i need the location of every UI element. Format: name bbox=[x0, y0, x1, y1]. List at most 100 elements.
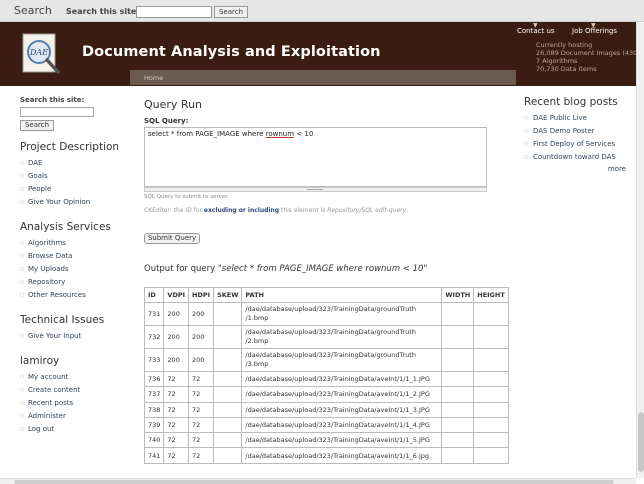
cell-vdpi: 200 bbox=[163, 348, 190, 372]
cell-height bbox=[473, 370, 509, 388]
left-sidebar: Search this site: Search Project Descrip… bbox=[20, 96, 128, 436]
ck-text: CKEditor: the ID for bbox=[144, 207, 204, 214]
cell-skew bbox=[213, 325, 243, 349]
cell-vdpi: 72 bbox=[163, 370, 190, 388]
site-title[interactable]: Document Analysis and Exploitation bbox=[82, 44, 381, 60]
sidebar-item-create-content[interactable]: Create content bbox=[20, 384, 128, 397]
cell-width bbox=[441, 302, 475, 326]
sidebar-item-give-input[interactable]: Give Your Input bbox=[20, 330, 128, 343]
blog-posts-title: Recent blog posts bbox=[524, 96, 618, 108]
sidebar-item-repository[interactable]: Repository bbox=[20, 276, 128, 289]
cell-path: /dae/database/upload/323/TrainingData/av… bbox=[241, 416, 443, 434]
sidebar-item-log-out[interactable]: Log out bbox=[20, 423, 128, 436]
table-row: 737 72 72 /dae/database/upload/323/Train… bbox=[143, 386, 509, 403]
cell-skew bbox=[213, 348, 243, 372]
cell-height bbox=[473, 325, 509, 349]
cell-hdpi: 200 bbox=[188, 302, 215, 326]
cell-id: 732 bbox=[143, 325, 165, 349]
dae-logo-icon[interactable]: DAE bbox=[20, 32, 64, 76]
cell-width bbox=[441, 401, 475, 418]
table-row: 741 72 72 /dae/database/upload/323/Train… bbox=[143, 447, 509, 464]
cell-hdpi: 72 bbox=[188, 416, 215, 434]
cell-skew bbox=[213, 401, 243, 418]
sql-text: select * from PAGE_IMAGE where bbox=[148, 130, 266, 138]
scroll-thumb[interactable] bbox=[14, 480, 614, 484]
column-header: ID bbox=[143, 287, 165, 303]
blog-post-link[interactable]: First Deploy of Services bbox=[524, 138, 634, 151]
blog-post-link[interactable]: Countdown toward DAS bbox=[524, 151, 634, 164]
cell-height bbox=[473, 348, 509, 372]
cell-vdpi: 72 bbox=[163, 432, 190, 449]
column-header: VDPI bbox=[163, 287, 190, 303]
sidebar-search-title: Search this site: bbox=[20, 96, 85, 104]
stats-line: 26,089 Document Images (43G bbox=[536, 49, 639, 57]
hosting-stats: Currently hosting 26,089 Document Images… bbox=[536, 41, 638, 73]
cell-path: /dae/database/upload/323/TrainingData/av… bbox=[241, 386, 443, 403]
sidebar-item-people[interactable]: People bbox=[20, 183, 128, 196]
cell-hdpi: 72 bbox=[188, 447, 215, 464]
top-search-title: Search bbox=[14, 4, 52, 17]
sidebar-item-administer[interactable]: Administer bbox=[20, 410, 128, 423]
cell-vdpi: 200 bbox=[163, 325, 190, 349]
cell-id: 738 bbox=[143, 401, 165, 418]
sql-query-textarea[interactable]: select * from PAGE_IMAGE where rownum < … bbox=[144, 127, 487, 187]
horizontal-scrollbar[interactable] bbox=[0, 478, 636, 484]
cell-hdpi: 72 bbox=[188, 386, 215, 403]
cell-width bbox=[441, 447, 475, 464]
cell-skew bbox=[213, 386, 243, 403]
section-title-technical: Technical Issues bbox=[20, 314, 105, 326]
section-title-user: lamiroy bbox=[20, 355, 60, 367]
cell-id: 736 bbox=[143, 370, 165, 388]
sidebar-item-other-resources[interactable]: Other Resources bbox=[20, 289, 128, 302]
logo-text: DAE bbox=[29, 48, 48, 57]
sidebar-search-input[interactable] bbox=[20, 107, 94, 117]
stats-line: 70,730 Data Items bbox=[536, 65, 597, 73]
page-title: Query Run bbox=[144, 98, 203, 111]
cell-path: /dae/database/upload/323/TrainingData/av… bbox=[241, 432, 443, 449]
output-suffix: " bbox=[423, 264, 428, 274]
cell-width bbox=[441, 386, 475, 403]
sidebar-search-button[interactable]: Search bbox=[20, 120, 54, 131]
section-title-analysis: Analysis Services bbox=[20, 221, 111, 233]
output-prefix: Output for query " bbox=[144, 264, 222, 274]
sidebar-item-recent-posts[interactable]: Recent posts bbox=[20, 397, 128, 410]
cell-path: /dae/database/upload/323/TrainingData/av… bbox=[241, 370, 443, 388]
top-search-label: Search this site: bbox=[66, 7, 140, 16]
sidebar-item-my-account[interactable]: My account bbox=[20, 371, 128, 384]
cell-path: /dae/database/upload/323/TrainingData/gr… bbox=[241, 325, 443, 349]
top-search-input[interactable] bbox=[136, 6, 212, 18]
cell-vdpi: 72 bbox=[163, 416, 190, 434]
cell-height bbox=[473, 401, 509, 418]
cell-width bbox=[441, 432, 475, 449]
cell-skew bbox=[213, 370, 243, 388]
sql-query-label: SQL Query: bbox=[144, 117, 189, 125]
cell-width bbox=[441, 348, 475, 372]
blog-post-link[interactable]: DAS Demo Poster bbox=[524, 125, 634, 138]
ck-text: . bbox=[406, 207, 409, 214]
more-link[interactable]: more bbox=[524, 165, 634, 173]
blog-post-link[interactable]: DAE Public Live bbox=[524, 112, 634, 125]
column-header: SKEW bbox=[213, 287, 243, 303]
contact-us-link[interactable]: Contact us bbox=[517, 27, 555, 35]
ck-text: this element is bbox=[279, 207, 328, 214]
table-row: 736 72 72 /dae/database/upload/323/Train… bbox=[143, 370, 509, 388]
sidebar-item-opinion[interactable]: Give Your Opinion bbox=[20, 196, 128, 209]
cell-path: /dae/database/upload/323/TrainingData/gr… bbox=[241, 302, 443, 326]
top-search-button[interactable]: Search bbox=[214, 6, 248, 18]
sidebar-item-goals[interactable]: Goals bbox=[20, 170, 128, 183]
submit-query-button[interactable]: Submit Query bbox=[144, 233, 200, 244]
vertical-scrollbar[interactable] bbox=[636, 22, 644, 478]
cell-hdpi: 200 bbox=[188, 348, 215, 372]
textarea-resize-handle[interactable] bbox=[144, 187, 487, 192]
scroll-thumb[interactable] bbox=[638, 412, 644, 472]
sql-hint: SQL Query to submit to server. bbox=[144, 194, 229, 200]
ck-toggle-link[interactable]: excluding or including bbox=[204, 207, 279, 214]
sidebar-item-algorithms[interactable]: Algorithms bbox=[20, 237, 128, 250]
job-offerings-link[interactable]: Job Offerings bbox=[572, 27, 617, 35]
sidebar-item-dae[interactable]: DAE bbox=[20, 157, 128, 170]
cell-path: /dae/database/upload/323/TrainingData/av… bbox=[241, 447, 443, 464]
cell-hdpi: 72 bbox=[188, 370, 215, 388]
breadcrumb-home[interactable]: Home bbox=[144, 74, 163, 82]
sidebar-item-browse-data[interactable]: Browse Data bbox=[20, 250, 128, 263]
sidebar-item-my-uploads[interactable]: My Uploads bbox=[20, 263, 128, 276]
